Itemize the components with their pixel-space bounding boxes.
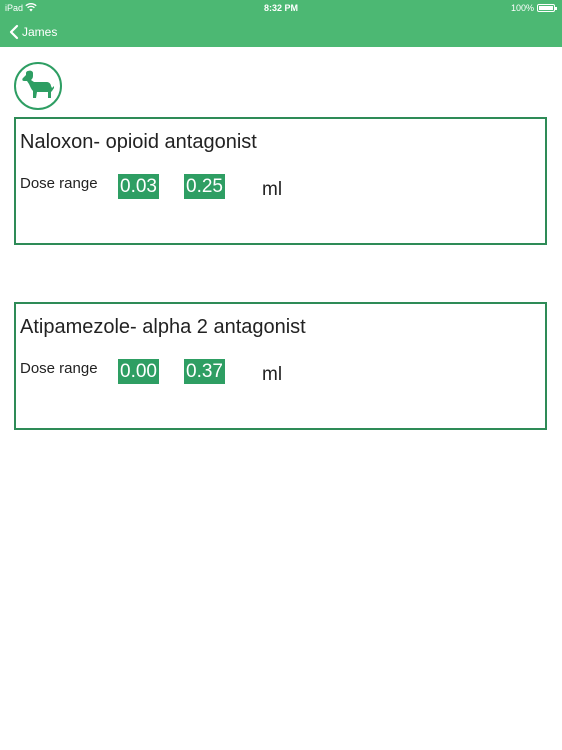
status-time: 8:32 PM xyxy=(263,3,298,13)
dose-max-value: 0.37 xyxy=(184,359,225,384)
navigation-bar: iPad 8:32 PM 100% James xyxy=(0,0,562,47)
dose-min-value: 0.00 xyxy=(118,359,159,384)
dose-range-label: Dose range xyxy=(20,360,98,377)
status-bar: iPad 8:32 PM 100% xyxy=(0,0,562,16)
drug-card-naloxon: Naloxon- opioid antagonist Dose range 0.… xyxy=(14,117,547,245)
dose-unit: ml xyxy=(262,364,283,385)
drug-title: Atipamezole- alpha 2 antagonist xyxy=(20,316,306,338)
drug-card-atipamezole: Atipamezole- alpha 2 antagonist Dose ran… xyxy=(14,302,547,430)
back-label: James xyxy=(22,25,58,39)
dose-max-value: 0.25 xyxy=(184,174,225,199)
dose-min-value: 0.03 xyxy=(118,174,159,199)
dose-range-label: Dose range xyxy=(20,175,98,192)
chevron-left-icon xyxy=(8,24,20,40)
battery-icon xyxy=(537,4,557,12)
pet-avatar xyxy=(14,62,62,110)
battery-percent: 100% xyxy=(510,3,534,13)
drug-title: Naloxon- opioid antagonist xyxy=(20,131,257,153)
dose-unit: ml xyxy=(262,179,283,200)
back-button[interactable]: James xyxy=(8,22,57,42)
dog-icon xyxy=(21,69,55,104)
